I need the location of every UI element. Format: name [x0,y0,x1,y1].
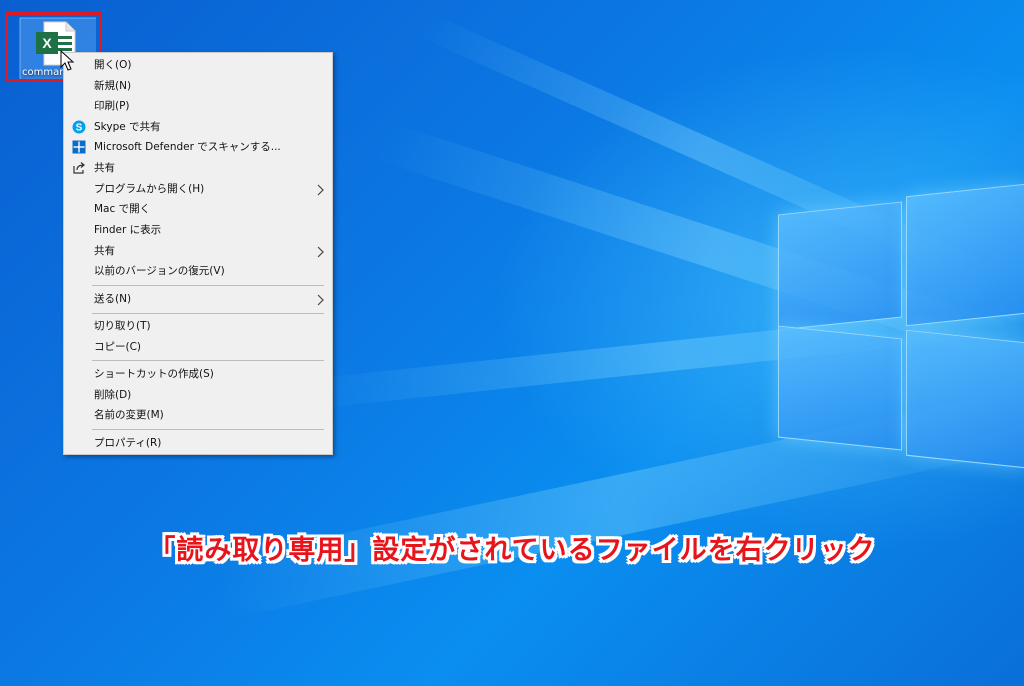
menu-item-label: 送る(N) [94,293,132,305]
menu-item[interactable]: 名前の変更(M) [64,405,332,425]
menu-item-label: 共有 [94,162,115,174]
chevron-right-icon [316,245,324,258]
menu-item[interactable]: Mac で開く [64,199,332,219]
menu-item-label: 開く(O) [94,59,132,71]
menu-item-label: Microsoft Defender でスキャンする... [94,141,281,153]
menu-item[interactable]: 送る(N) [64,289,332,309]
menu-item-label: コピー(C) [94,341,142,353]
menu-separator [92,285,324,286]
mouse-cursor-icon [60,50,75,71]
light-beam [213,390,1024,620]
menu-item[interactable]: Microsoft Defender でスキャンする... [64,137,332,157]
menu-separator [92,429,324,430]
menu-item-label: 以前のバージョンの復元(V) [94,265,225,277]
menu-item[interactable]: 共有 [64,241,332,261]
menu-item[interactable]: 新規(N) [64,76,332,96]
menu-item-label: 印刷(P) [94,100,130,112]
chevron-right-icon [316,183,324,196]
menu-item[interactable]: プログラムから開く(H) [64,179,332,199]
menu-separator [92,360,324,361]
menu-item[interactable]: プロパティ(R) [64,433,332,453]
windows-logo-pane-bottom-right [906,329,1024,469]
context-menu: 開く(O) 新規(N) 印刷(P) S Skype で共有 Microsoft Defen… [63,52,333,455]
windows-logo-pane-top-right [906,183,1024,327]
menu-item[interactable]: コピー(C) [64,337,332,357]
menu-item[interactable]: 開く(O) [64,55,332,75]
skype-icon: S [72,120,86,134]
menu-item-label: 名前の変更(M) [94,409,164,421]
menu-item[interactable]: 削除(D) [64,385,332,405]
windows-logo-pane-bottom-left [778,325,902,451]
menu-item-label: プログラムから開く(H) [94,183,205,195]
chevron-right-icon [316,293,324,306]
menu-item-label: ショートカットの作成(S) [94,368,214,380]
menu-item-label: Skype で共有 [94,121,161,133]
menu-item-label: プロパティ(R) [94,437,162,449]
menu-item[interactable]: S Skype で共有 [64,117,332,137]
menu-item[interactable]: ショートカットの作成(S) [64,364,332,384]
menu-separator [92,313,324,314]
menu-item-label: 削除(D) [94,389,132,401]
menu-item[interactable]: 印刷(P) [64,96,332,116]
menu-item-label: 新規(N) [94,80,132,92]
menu-item-label: 共有 [94,245,115,257]
windows-logo-pane-top-left [778,201,902,331]
svg-text:S: S [76,123,83,134]
menu-item[interactable]: 共有 [64,158,332,178]
menu-item-label: 切り取り(T) [94,320,151,332]
menu-item[interactable]: 切り取り(T) [64,316,332,336]
menu-item-label: Finder に表示 [94,224,162,236]
share-icon [72,161,86,175]
defender-icon [72,140,86,154]
menu-item-label: Mac で開く [94,203,151,215]
caption-text: 「読み取り専用」設定がされているファイルを右クリック [148,535,876,566]
menu-item[interactable]: 以前のバージョンの復元(V) [64,261,332,281]
menu-item[interactable]: Finder に表示 [64,220,332,240]
